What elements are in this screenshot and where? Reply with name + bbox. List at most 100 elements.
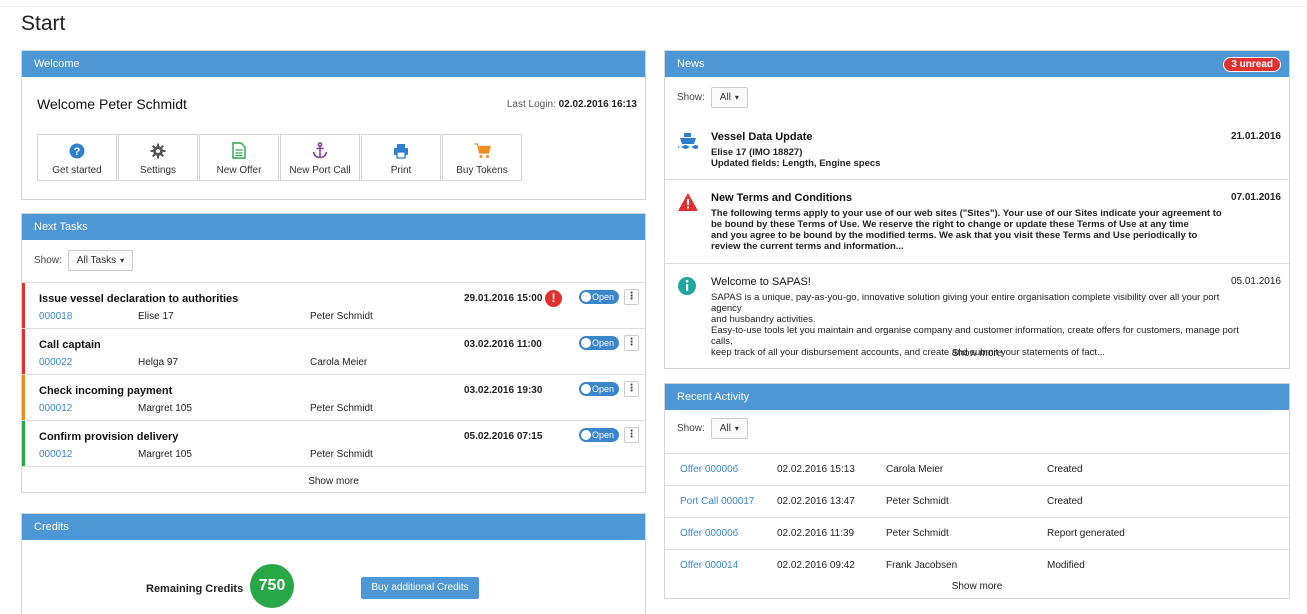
news-line: The following terms apply to your use of… [711,208,1222,219]
get-started-label: Get started [52,165,102,176]
news-item[interactable]: New Terms and Conditions 07.01.2016 The … [665,179,1289,263]
task-title: Issue vessel declaration to authorities [39,293,239,305]
news-title: Welcome to SAPAS! [711,276,811,288]
print-button[interactable]: Print [361,134,441,181]
new-port-call-button[interactable]: New Port Call [280,134,360,181]
task-date: 03.02.2016 19:30 [464,385,543,396]
tasks-filter-dropdown[interactable]: All Tasks ▾ [67,250,134,271]
task-row[interactable]: Check incoming payment 000012 Margret 10… [22,374,645,420]
kebab-menu-icon[interactable]: ⋮ [624,335,639,351]
news-filter-row: Show: All ▾ [677,87,748,108]
cart-icon [443,135,521,159]
tasks-panel: Next Tasks Show: All Tasks ▾ Issue vessel… [21,213,646,493]
news-line: Elise 17 (IMO 18827) [711,147,803,158]
news-date: 07.01.2016 [1230,192,1281,203]
news-title: Vessel Data Update [711,131,813,143]
anchor-icon [281,135,359,159]
activity-person: Frank Jacobsen [886,560,958,571]
activity-action: Created [1047,464,1083,475]
last-login-value: 02.02.2016 16:13 [558,99,637,110]
task-row[interactable]: Confirm provision delivery 000012 Margre… [22,420,645,466]
task-id-link[interactable]: 000012 [39,403,72,414]
tasks-filter-value: All Tasks [76,255,117,266]
activity-row[interactable]: Offer 000006 02.02.2016 15:13 Carola Mei… [665,453,1289,485]
news-line: be bound by these Terms of Use. We reser… [711,219,1189,230]
status-toggle[interactable]: Open [579,428,619,442]
activity-row[interactable]: Port Call 000017 02.02.2016 13:47 Peter … [665,485,1289,517]
task-id-link[interactable]: 000022 [39,357,72,368]
credits-panel: Credits Remaining Credits 750 Buy additi… [21,513,646,614]
news-item[interactable]: Welcome to SAPAS! 05.01.2016 SAPAS is a … [665,263,1289,368]
task-person: Peter Schmidt [310,403,373,414]
activity-date: 02.02.2016 15:13 [777,464,855,475]
activity-date: 02.02.2016 09:42 [777,560,855,571]
news-line: and husbandry activities. [711,314,816,325]
activity-person: Carola Meier [886,464,944,475]
activity-link[interactable]: Offer 000006 [680,464,738,475]
task-id-link[interactable]: 000018 [39,311,72,322]
buy-tokens-button[interactable]: Buy Tokens [442,134,522,181]
gear-icon [119,135,197,159]
news-date: 05.01.2016 [1230,276,1281,287]
task-row[interactable]: Issue vessel declaration to authorities … [22,282,645,328]
activity-filter-dropdown[interactable]: All ▾ [710,418,748,439]
warning-icon [677,192,699,212]
kebab-menu-icon[interactable]: ⋮ [624,289,639,305]
activity-filter-value: All [719,423,731,434]
activity-link[interactable]: Offer 000006 [680,528,738,539]
chevron-down-icon: ▾ [734,93,739,102]
status-toggle[interactable]: Open [579,290,619,304]
get-started-button[interactable]: ? Get started [37,134,117,181]
task-title: Check incoming payment [39,385,173,397]
task-vessel: Margret 105 [138,449,192,460]
task-date: 03.02.2016 11:00 [464,339,542,350]
task-person: Carola Meier [310,357,368,368]
activity-link[interactable]: Port Call 000017 [680,496,755,507]
last-login-label: Last Login: [506,99,556,110]
task-row[interactable]: Call captain 000022 Helga 97 Carola Meie… [22,328,645,374]
news-header: News 3 unread [665,51,1289,77]
activity-person: Peter Schmidt [886,496,949,507]
task-person: Peter Schmidt [310,311,373,322]
news-item[interactable]: Vessel Data Update 21.01.2016 Elise 17 (… [665,119,1289,179]
top-divider [0,6,1307,7]
status-toggle[interactable]: Open [579,382,619,396]
tasks-show-label: Show: [34,255,62,266]
tasks-show-more[interactable]: Show more [22,476,645,487]
buy-credits-button[interactable]: Buy additional Credits [361,577,479,599]
kebab-menu-icon[interactable]: ⋮ [624,427,639,443]
activity-date: 02.02.2016 13:47 [777,496,855,507]
priority-bar [22,421,25,466]
task-id-link[interactable]: 000012 [39,449,72,460]
news-line: Updated fields: Length, Engine specs [711,158,881,169]
tasks-divider [22,466,645,467]
quick-actions: ? Get started Settings New Offer New Por… [37,134,523,181]
activity-filter-row: Show: All ▾ [677,418,748,439]
activity-link[interactable]: Offer 000014 [680,560,738,571]
kebab-menu-icon[interactable]: ⋮ [624,381,639,397]
page-title: Start [21,12,66,35]
new-offer-button[interactable]: New Offer [199,134,279,181]
settings-button[interactable]: Settings [118,134,198,181]
news-filter-dropdown[interactable]: All ▾ [710,87,748,108]
news-show-more[interactable]: Show more [665,348,1289,359]
settings-label: Settings [139,165,177,176]
chevron-down-icon: ▾ [120,256,125,265]
news-panel: News 3 unread Show: All ▾ Vessel Data Upd… [664,50,1290,369]
activity-show-more[interactable]: Show more [665,581,1289,592]
welcome-panel: Welcome Welcome Peter Schmidt Last Login… [21,50,646,200]
svg-text:?: ? [74,146,81,158]
activity-row[interactable]: Offer 000006 02.02.2016 11:39 Peter Schm… [665,517,1289,549]
alert-icon: ! [545,290,562,307]
credits-header: Credits [22,514,645,540]
priority-bar [22,375,25,420]
priority-bar [22,329,25,374]
buy-tokens-label: Buy Tokens [456,165,508,176]
question-icon: ? [38,135,116,159]
priority-bar [22,283,25,328]
news-body: Elise 17 (IMO 18827) Updated fields: Len… [711,147,1249,169]
task-vessel: Margret 105 [138,403,192,414]
welcome-greeting: Welcome Peter Schmidt [37,96,187,112]
info-icon [677,276,699,296]
status-toggle[interactable]: Open [579,336,619,350]
